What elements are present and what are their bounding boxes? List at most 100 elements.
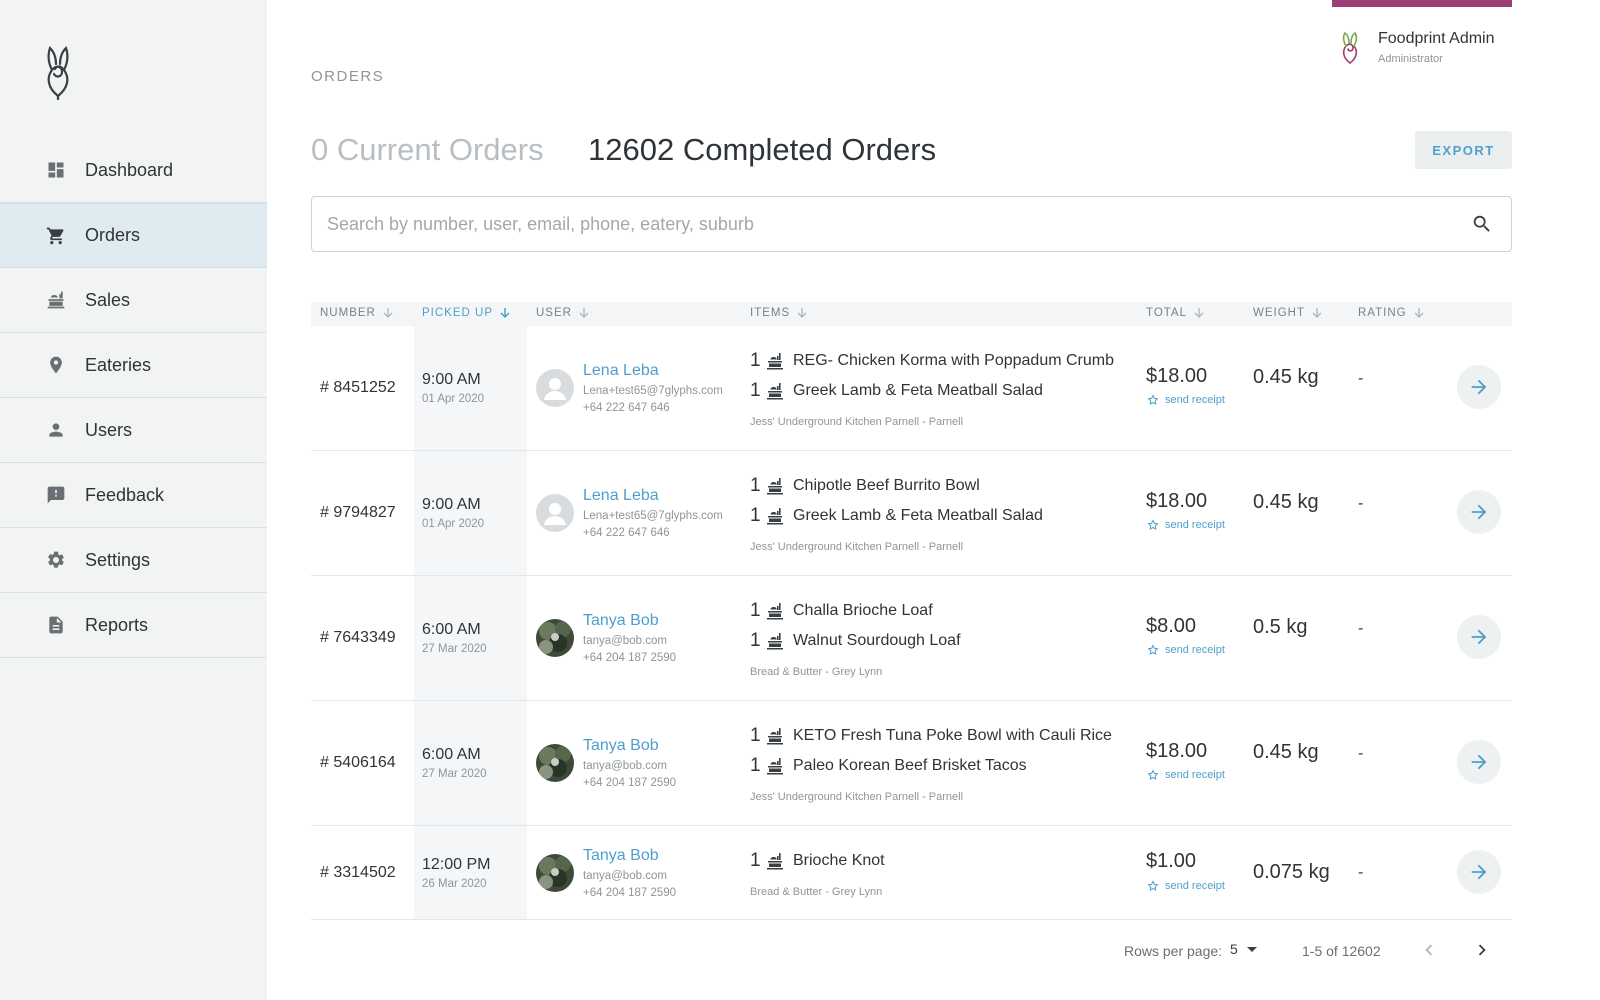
avatar	[536, 494, 574, 532]
item-quantity: 1	[750, 380, 761, 401]
sidebar-item-label: Orders	[85, 225, 141, 245]
star-outline-icon	[1147, 394, 1159, 405]
sidebar-item-reports[interactable]: Reports	[0, 593, 267, 658]
eatery-name: Bread & Butter - Grey Lynn	[750, 666, 883, 678]
meal-icon	[767, 508, 783, 525]
order-total: $18.00	[1146, 490, 1208, 512]
user-menu[interactable]: Foodprint Admin Administrator	[1338, 28, 1528, 68]
rows-per-page-label: Rows per page:	[1124, 943, 1223, 959]
send-receipt-link[interactable]: send receipt	[1147, 394, 1225, 406]
sidebar-item-users[interactable]: Users	[0, 398, 267, 463]
send-receipt-link[interactable]: send receipt	[1147, 880, 1225, 892]
user-email: Lena+test65@7glyphs.com	[583, 385, 723, 397]
order-weight: 0.45 kg	[1253, 366, 1319, 388]
arrow-right-icon	[1471, 864, 1487, 880]
column-header-label: USER	[536, 307, 572, 319]
rows-per-page-select[interactable]: 5	[1230, 941, 1258, 957]
order-number: # 5406164	[320, 754, 396, 771]
sales-icon	[45, 289, 67, 311]
user-email: Lena+test65@7glyphs.com	[583, 510, 723, 522]
column-header-weight[interactable]: WEIGHT	[1253, 307, 1323, 319]
user-name-link[interactable]: Tanya Bob	[583, 847, 659, 865]
pickup-time: 9:00 AM	[422, 496, 481, 513]
order-weight: 0.075 kg	[1253, 861, 1330, 883]
arrow-down-icon	[1312, 308, 1322, 318]
pickup-time: 9:00 AM	[422, 371, 481, 388]
star-outline-icon	[1147, 644, 1159, 655]
arrow-down-icon	[500, 308, 510, 319]
sidebar-nav: Dashboard Orders Sales Eateries Users Fe…	[0, 138, 267, 658]
column-header-label: RATING	[1358, 307, 1407, 319]
location-pin-icon	[45, 354, 67, 376]
open-order-button[interactable]	[1457, 490, 1501, 534]
current-orders-tab[interactable]: 0 Current Orders	[311, 132, 544, 168]
table-row[interactable]: # 5406164 6:00 AM 27 Mar 2020 Tanya Bob …	[311, 701, 1512, 826]
open-order-button[interactable]	[1457, 615, 1501, 659]
arrow-down-icon	[1194, 308, 1204, 318]
column-header-number[interactable]: NUMBER	[320, 307, 394, 319]
order-total: $8.00	[1146, 615, 1197, 637]
sidebar-item-dashboard[interactable]: Dashboard	[0, 138, 267, 203]
send-receipt-label: send receipt	[1165, 519, 1225, 531]
completed-orders-tab[interactable]: 12602 Completed Orders	[588, 132, 936, 168]
user-name-link[interactable]: Tanya Bob	[583, 737, 659, 755]
column-header-rating[interactable]: RATING	[1358, 307, 1425, 319]
user-name-link[interactable]: Tanya Bob	[583, 612, 659, 630]
avatar	[536, 619, 574, 657]
open-order-button[interactable]	[1457, 850, 1501, 894]
order-weight: 0.5 kg	[1253, 616, 1308, 638]
foodprint-logo-icon	[1342, 31, 1358, 64]
user-name-link[interactable]: Lena Leba	[583, 362, 659, 380]
previous-page-icon[interactable]	[1418, 939, 1440, 961]
column-header-total[interactable]: TOTAL	[1146, 307, 1205, 319]
order-item: 1 Chipotle Beef Burrito Bowl	[750, 475, 980, 497]
sidebar-item-feedback[interactable]: Feedback	[0, 463, 267, 528]
meal-icon	[767, 603, 783, 620]
user-email: tanya@bob.com	[583, 760, 667, 772]
order-item: 1 Paleo Korean Beef Brisket Tacos	[750, 755, 1027, 777]
arrow-down-icon	[383, 308, 393, 318]
eatery-name: Bread & Butter - Grey Lynn	[750, 886, 883, 898]
column-header-picked-up[interactable]: PICKED UP	[422, 307, 511, 319]
table-header: NUMBER PICKED UP USER ITEMS TOTAL WEIGHT…	[311, 302, 1512, 326]
table-row[interactable]: # 9794827 9:00 AM 01 Apr 2020 Lena Leba …	[311, 451, 1512, 576]
search-box	[311, 196, 1512, 252]
foodprint-logo-icon[interactable]	[40, 44, 76, 102]
user-name-link[interactable]: Lena Leba	[583, 487, 659, 505]
table-row[interactable]: # 8451252 9:00 AM 01 Apr 2020 Lena Leba …	[311, 326, 1512, 451]
pickup-time: 6:00 AM	[422, 621, 481, 638]
user-email: tanya@bob.com	[583, 870, 667, 882]
user-role: Administrator	[1378, 53, 1443, 65]
sidebar-item-orders[interactable]: Orders	[0, 203, 267, 268]
user-phone: +64 204 187 2590	[583, 887, 677, 899]
column-header-user[interactable]: USER	[536, 307, 590, 319]
send-receipt-link[interactable]: send receipt	[1147, 769, 1225, 781]
pickup-time: 6:00 AM	[422, 746, 481, 763]
order-item: 1 Walnut Sourdough Loaf	[750, 630, 961, 652]
item-quantity: 1	[750, 505, 761, 526]
breadcrumb: ORDERS	[311, 68, 385, 85]
open-order-button[interactable]	[1457, 740, 1501, 784]
avatar	[536, 744, 574, 782]
send-receipt-link[interactable]: send receipt	[1147, 519, 1225, 531]
column-header-items[interactable]: ITEMS	[750, 307, 808, 319]
search-input[interactable]	[327, 197, 1437, 251]
eatery-name: Jess' Underground Kitchen Parnell - Parn…	[750, 541, 964, 553]
next-page-icon[interactable]	[1471, 939, 1493, 961]
table-row[interactable]: # 7643349 6:00 AM 27 Mar 2020 Tanya Bob …	[311, 576, 1512, 701]
search-icon[interactable]	[1471, 213, 1493, 235]
user-phone: +64 222 647 646	[583, 527, 670, 539]
send-receipt-link[interactable]: send receipt	[1147, 644, 1225, 656]
open-order-button[interactable]	[1457, 365, 1501, 409]
export-button[interactable]: EXPORT	[1415, 131, 1512, 169]
sidebar-item-eateries[interactable]: Eateries	[0, 333, 267, 398]
sidebar: Dashboard Orders Sales Eateries Users Fe…	[0, 0, 267, 1000]
item-quantity: 1	[750, 725, 761, 746]
sidebar-item-settings[interactable]: Settings	[0, 528, 267, 593]
sidebar-item-sales[interactable]: Sales	[0, 268, 267, 333]
arrow-down-icon	[579, 308, 589, 318]
arrow-right-icon	[1471, 379, 1487, 395]
order-weight: 0.45 kg	[1253, 491, 1319, 513]
table-row[interactable]: # 3314502 12:00 PM 26 Mar 2020 Tanya Bob…	[311, 826, 1512, 920]
cart-icon	[45, 225, 67, 247]
